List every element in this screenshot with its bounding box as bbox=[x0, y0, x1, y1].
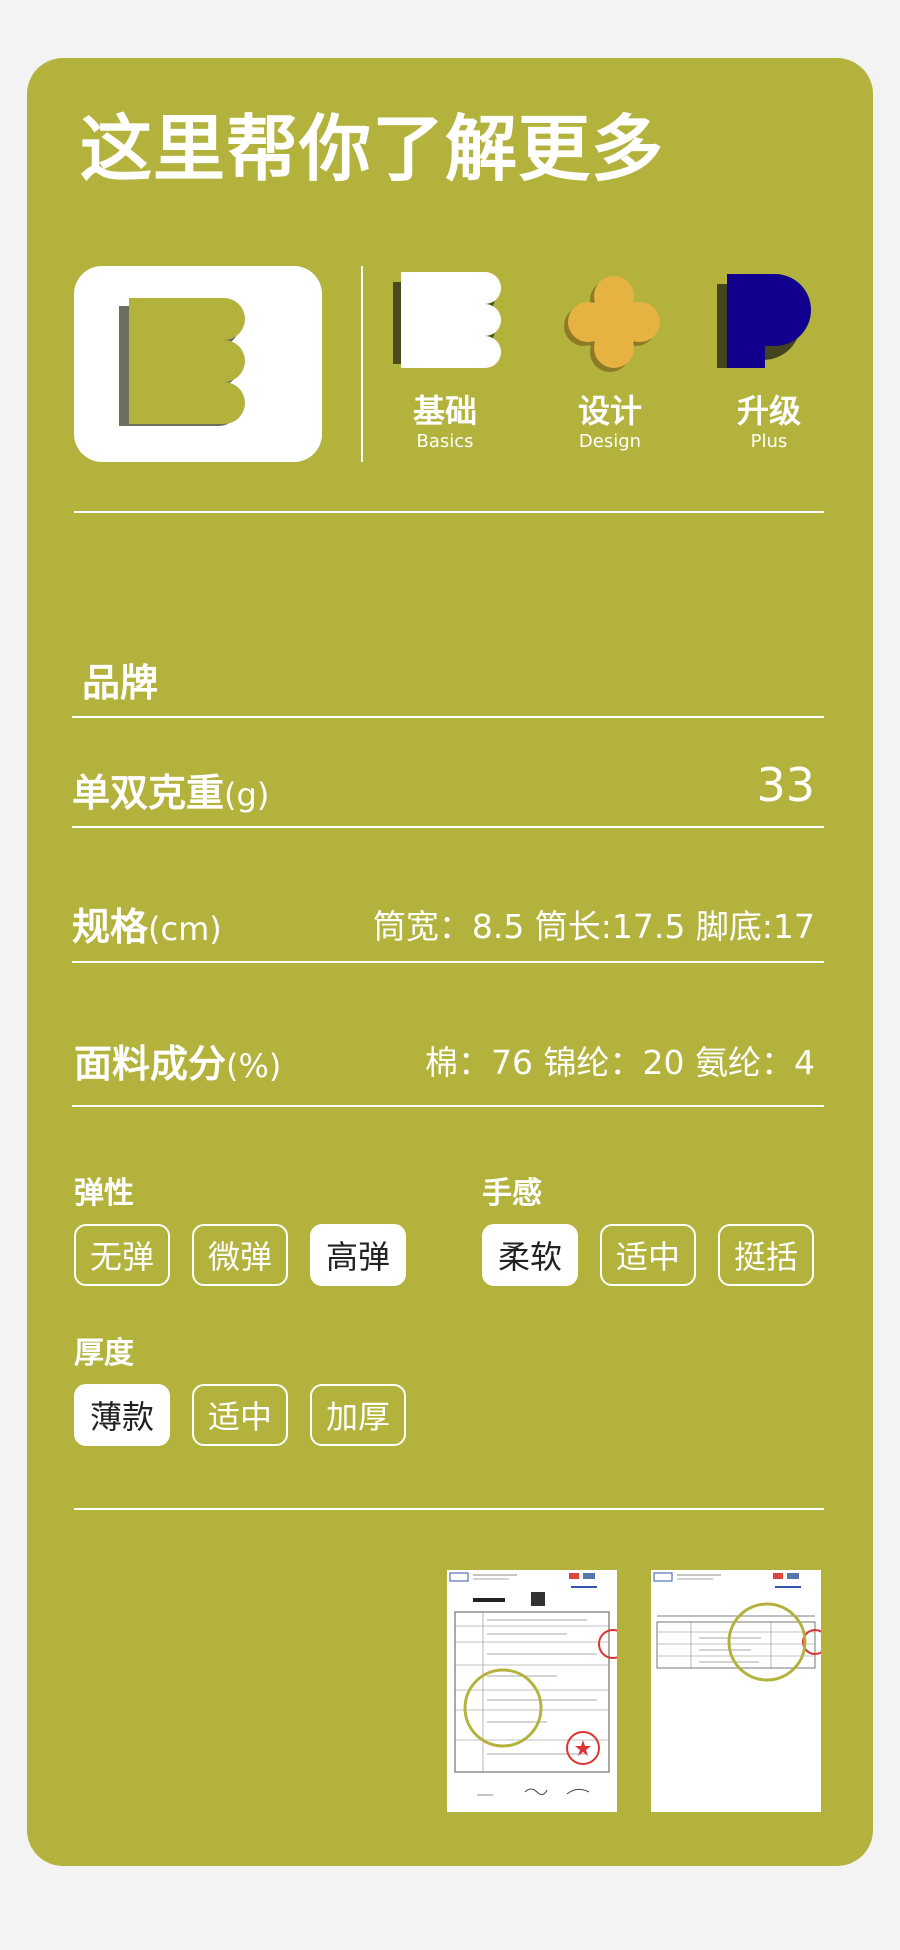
weight-label: 单双克重(g) bbox=[72, 762, 269, 817]
page-title: 这里帮你了解更多 bbox=[80, 107, 665, 191]
vertical-divider bbox=[361, 266, 363, 462]
thickness-option-thick[interactable]: 加厚 bbox=[310, 1384, 406, 1446]
level-basics: 基础 Basics bbox=[395, 392, 495, 453]
spec-label: 规格(cm) bbox=[72, 896, 222, 951]
brand-label-text: 品牌 bbox=[82, 661, 159, 705]
test-report-image-1 bbox=[447, 1570, 628, 1812]
feel-option-stiff[interactable]: 挺括 bbox=[718, 1224, 814, 1286]
level-design-en: Design bbox=[578, 431, 642, 453]
fabric-label-text: 面料成分 bbox=[74, 1042, 227, 1086]
divider-bottom bbox=[74, 1508, 824, 1510]
level-basics-zh: 基础 bbox=[412, 392, 477, 430]
level-basics-en: Basics bbox=[416, 431, 474, 453]
basics-icon bbox=[393, 272, 501, 368]
basics-logo-icon bbox=[119, 298, 245, 426]
plus-icon bbox=[717, 274, 811, 368]
feel-label: 手感 bbox=[482, 1176, 542, 1211]
fabric-value: 棉：76 锦纶：20 氨纶：4 bbox=[425, 1043, 815, 1082]
test-report-image-2 bbox=[651, 1570, 828, 1812]
brand-label: 品牌 bbox=[82, 652, 158, 707]
fabric-unit: (%) bbox=[226, 1047, 282, 1085]
weight-unit: (g) bbox=[224, 776, 270, 814]
fabric-label: 面料成分(%) bbox=[74, 1033, 281, 1088]
spec-label-text: 规格 bbox=[72, 905, 149, 949]
info-card: 这里帮你了解更多 基础 Basics 设计 Design 升级 Plus 品牌 … bbox=[27, 58, 873, 1866]
level-design-zh: 设计 bbox=[577, 392, 642, 430]
thickness-option-thin[interactable]: 薄款 bbox=[74, 1384, 170, 1446]
divider-fabric bbox=[72, 1105, 824, 1107]
level-plus: 升级 Plus bbox=[719, 392, 819, 453]
weight-value: 33 bbox=[756, 758, 815, 812]
current-level-badge bbox=[74, 266, 322, 462]
elasticity-option-high[interactable]: 高弹 bbox=[310, 1224, 406, 1286]
spec-value: 筒宽：8.5 筒长:17.5 脚底:17 bbox=[372, 907, 815, 946]
elasticity-label: 弹性 bbox=[74, 1176, 134, 1211]
feel-option-soft[interactable]: 柔软 bbox=[482, 1224, 578, 1286]
spec-unit: (cm) bbox=[148, 910, 222, 948]
thickness-label: 厚度 bbox=[74, 1336, 134, 1371]
design-icon bbox=[564, 276, 660, 372]
divider-spec bbox=[72, 961, 824, 963]
feel-option-medium[interactable]: 适中 bbox=[600, 1224, 696, 1286]
elasticity-option-slight[interactable]: 微弹 bbox=[192, 1224, 288, 1286]
elasticity-option-none[interactable]: 无弹 bbox=[74, 1224, 170, 1286]
thickness-option-medium[interactable]: 适中 bbox=[192, 1384, 288, 1446]
divider-brand bbox=[72, 716, 824, 718]
level-design: 设计 Design bbox=[560, 392, 660, 453]
magnifier-icon bbox=[463, 1668, 543, 1748]
divider-weight bbox=[72, 826, 824, 828]
level-plus-en: Plus bbox=[750, 431, 788, 453]
level-plus-zh: 升级 bbox=[736, 392, 801, 430]
weight-label-text: 单双克重 bbox=[72, 771, 225, 815]
divider-top bbox=[74, 511, 824, 513]
